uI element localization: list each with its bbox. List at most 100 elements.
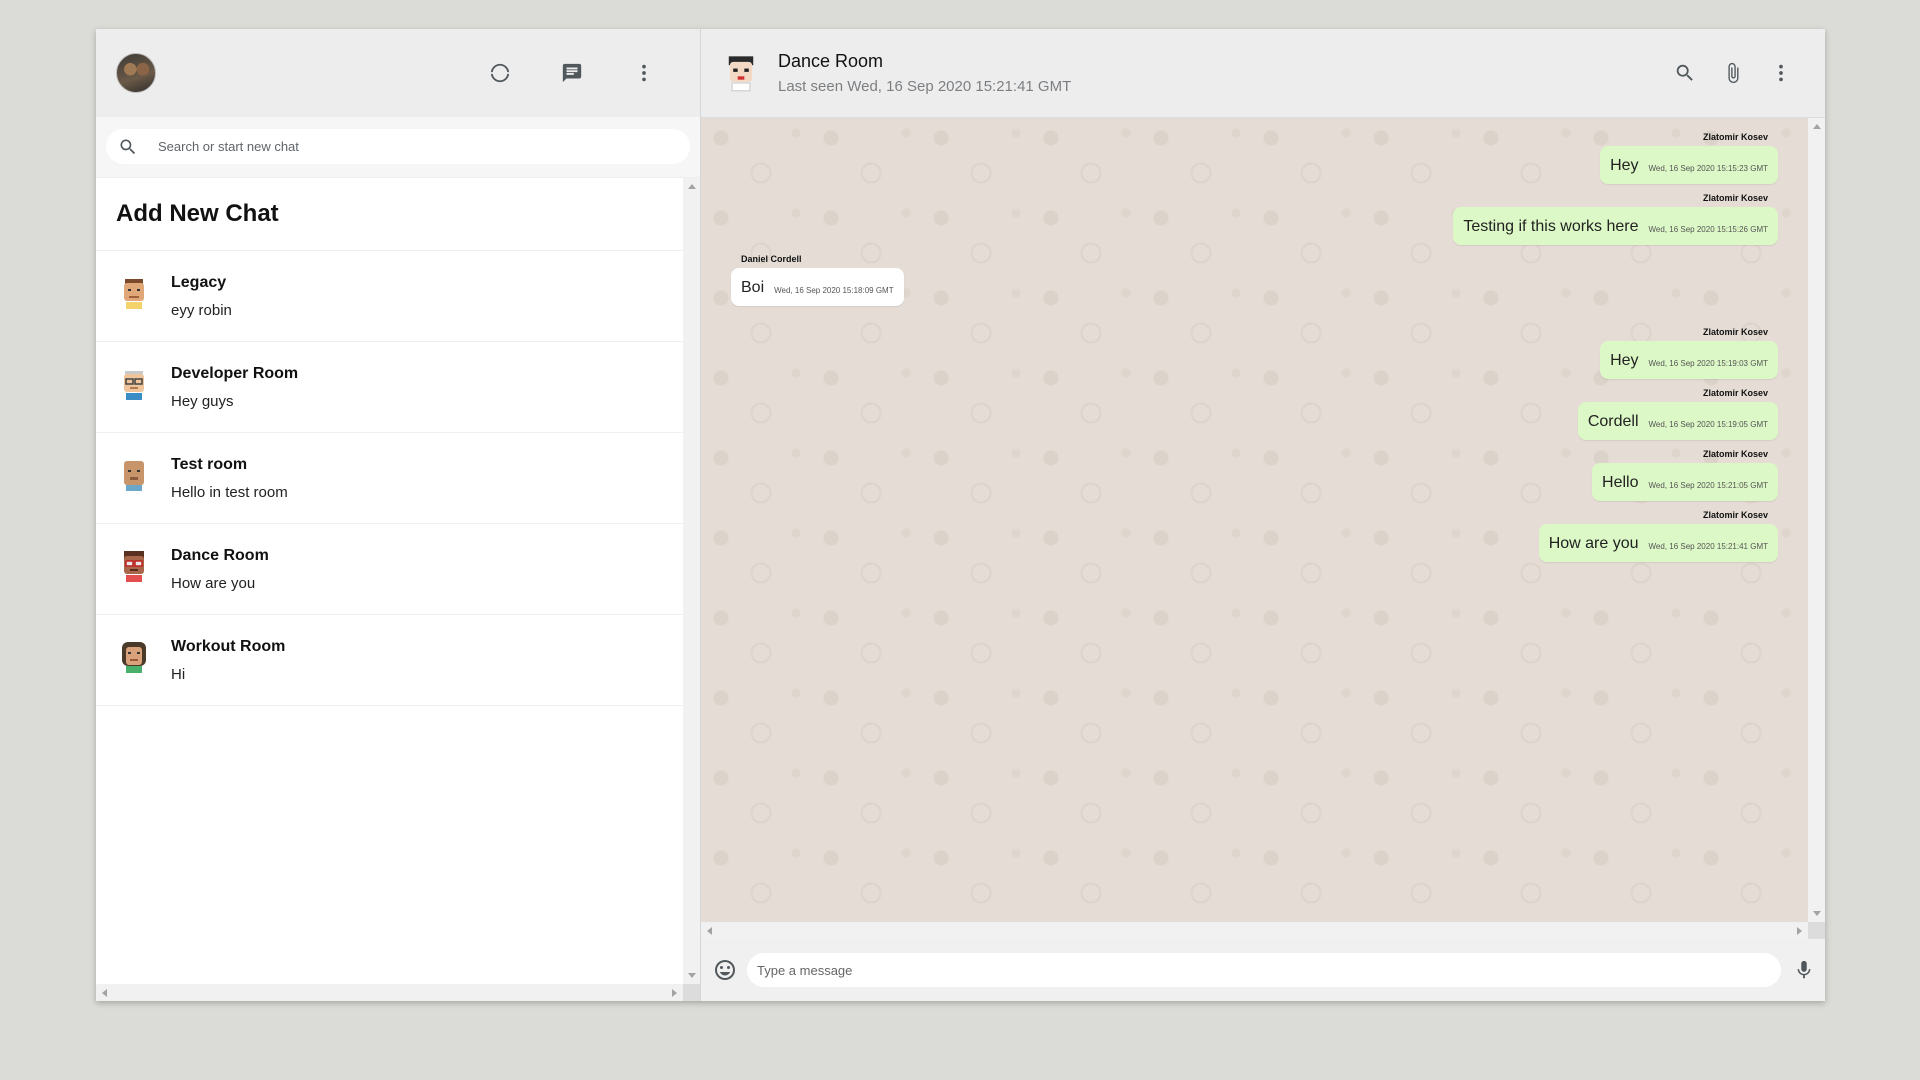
search-box <box>106 129 690 164</box>
emoji-button[interactable] <box>713 958 737 982</box>
message-bubble[interactable]: Hello Wed, 16 Sep 2020 15:21:05 GMT <box>1592 463 1778 501</box>
scroll-up-icon[interactable] <box>1813 124 1821 129</box>
new-chat-button[interactable] <box>536 53 608 93</box>
message: Zlatomir Kosev Hello Wed, 16 Sep 2020 15… <box>731 449 1778 501</box>
chat-name: Legacy <box>171 273 227 291</box>
message-text: Hey <box>1610 352 1639 369</box>
chat-last-message: How are you <box>171 574 256 592</box>
new-chat-icon <box>562 63 582 83</box>
avatar <box>124 551 144 582</box>
chat-last-message: Hey guys <box>171 392 234 410</box>
chat-name: Dance Room <box>171 546 269 564</box>
search-messages-button[interactable] <box>1661 53 1709 93</box>
message: Zlatomir Kosev Cordell Wed, 16 Sep 2020 … <box>731 388 1778 440</box>
attach-button[interactable] <box>1709 53 1757 93</box>
search-icon <box>1676 64 1693 81</box>
message-bubble[interactable]: Cordell Wed, 16 Sep 2020 15:19:05 GMT <box>1577 402 1778 440</box>
message-bubble[interactable]: How are you Wed, 16 Sep 2020 15:21:41 GM… <box>1538 524 1778 562</box>
message-timestamp: Wed, 16 Sep 2020 15:19:05 GMT <box>1648 420 1768 429</box>
search-bar <box>96 117 700 178</box>
message-timestamp: Wed, 16 Sep 2020 15:18:09 GMT <box>774 286 894 295</box>
sidebar: Add New Chat Legacy eyy robin <box>96 29 701 1001</box>
chat-name: Developer Room <box>171 364 299 382</box>
chat-list-horizontal-scrollbar[interactable] <box>96 984 683 1001</box>
message-sender: Zlatomir Kosev <box>1702 193 1768 203</box>
chat-header: Dance Room Last seen Wed, 16 Sep 2020 15… <box>701 29 1825 118</box>
message: Zlatomir Kosev How are you Wed, 16 Sep 2… <box>731 510 1778 562</box>
microphone-icon <box>1797 960 1811 979</box>
chat-list-item-developer-room[interactable]: Developer Room Hey guys <box>96 342 683 433</box>
scroll-left-icon[interactable] <box>102 989 107 997</box>
scroll-up-icon[interactable] <box>688 184 696 189</box>
scroll-right-icon[interactable] <box>1797 927 1802 935</box>
add-new-chat-button[interactable]: Add New Chat <box>96 178 683 251</box>
message-sender: Zlatomir Kosev <box>1702 510 1768 520</box>
avatar <box>122 642 146 673</box>
search-icon <box>120 139 136 154</box>
message-list: Zlatomir Kosev Hey Wed, 16 Sep 2020 15:1… <box>701 118 1808 922</box>
scroll-right-icon[interactable] <box>672 989 677 997</box>
message-bubble[interactable]: Hey Wed, 16 Sep 2020 15:15:23 GMT <box>1600 146 1778 184</box>
avatar <box>124 371 144 400</box>
chat-panel: Dance Room Last seen Wed, 16 Sep 2020 15… <box>701 29 1825 1001</box>
scroll-down-icon[interactable] <box>1813 911 1821 916</box>
message-timestamp: Wed, 16 Sep 2020 15:15:26 GMT <box>1648 225 1768 234</box>
chat-last-message: Hi <box>171 665 186 683</box>
scroll-left-icon[interactable] <box>707 927 712 935</box>
messages-horizontal-scrollbar[interactable] <box>701 922 1808 939</box>
avatar <box>124 461 144 491</box>
scrollbar-corner <box>683 984 700 1001</box>
scroll-down-icon[interactable] <box>688 973 696 978</box>
message-text: Hello <box>1602 474 1639 491</box>
status-button[interactable] <box>464 53 536 93</box>
message-input[interactable] <box>747 953 1781 987</box>
avatar <box>124 279 144 309</box>
message-text: Cordell <box>1587 413 1639 430</box>
message-text: Boi <box>741 279 765 296</box>
microphone-button[interactable] <box>1793 959 1815 981</box>
message: Zlatomir Kosev Testing if this works her… <box>731 193 1778 245</box>
avatar[interactable] <box>721 53 761 93</box>
message-text: Hey <box>1610 157 1639 174</box>
emoji-icon <box>715 960 735 980</box>
chat-list-item-test-room[interactable]: Test room Hello in test room <box>96 433 683 524</box>
menu-icon <box>1779 64 1783 82</box>
message-sender: Daniel Cordell <box>741 254 802 264</box>
message-text: Testing if this works here <box>1463 218 1639 235</box>
chat-list: Add New Chat Legacy eyy robin Developer … <box>96 178 700 1001</box>
message-timestamp: Wed, 16 Sep 2020 15:21:05 GMT <box>1648 481 1768 490</box>
room-name: Dance Room <box>778 51 884 71</box>
app-window: Add New Chat Legacy eyy robin <box>96 29 1825 1001</box>
last-seen: Last seen Wed, 16 Sep 2020 15:21:41 GMT <box>778 78 1072 95</box>
chat-list-item-legacy[interactable]: Legacy eyy robin <box>96 251 683 342</box>
message: Zlatomir Kosev Hey Wed, 16 Sep 2020 15:1… <box>731 132 1778 184</box>
message: Daniel Cordell Boi Wed, 16 Sep 2020 15:1… <box>731 254 1778 306</box>
message-composer <box>701 939 1825 1001</box>
chat-name: Workout Room <box>171 637 286 655</box>
message-bubble[interactable]: Testing if this works here Wed, 16 Sep 2… <box>1453 207 1778 245</box>
chat-last-message: eyy robin <box>171 301 232 319</box>
scrollbar-corner <box>1808 922 1825 939</box>
chat-list-vertical-scrollbar[interactable] <box>683 178 700 984</box>
message-bubble[interactable]: Hey Wed, 16 Sep 2020 15:19:03 GMT <box>1600 341 1778 379</box>
message-sender: Zlatomir Kosev <box>1702 449 1768 459</box>
messages-vertical-scrollbar[interactable] <box>1808 118 1825 922</box>
chat-name: Test room <box>171 455 248 473</box>
sidebar-header <box>96 29 700 117</box>
avatar[interactable] <box>116 53 156 93</box>
search-input[interactable] <box>158 139 638 154</box>
chat-body: Zlatomir Kosev Hey Wed, 16 Sep 2020 15:1… <box>701 118 1825 939</box>
attach-icon <box>1728 62 1739 84</box>
status-icon <box>490 63 510 83</box>
sidebar-menu-button[interactable] <box>608 53 680 93</box>
message-bubble[interactable]: Boi Wed, 16 Sep 2020 15:18:09 GMT <box>731 268 904 306</box>
chat-list-item-workout-room[interactable]: Workout Room Hi <box>96 615 683 706</box>
menu-icon <box>642 64 646 82</box>
chat-menu-button[interactable] <box>1757 53 1805 93</box>
chat-list-item-dance-room[interactable]: Dance Room How are you <box>96 524 683 615</box>
message-sender: Zlatomir Kosev <box>1702 132 1768 142</box>
message-sender: Zlatomir Kosev <box>1702 388 1768 398</box>
message-timestamp: Wed, 16 Sep 2020 15:19:03 GMT <box>1648 359 1768 368</box>
message: Zlatomir Kosev Hey Wed, 16 Sep 2020 15:1… <box>731 327 1778 379</box>
